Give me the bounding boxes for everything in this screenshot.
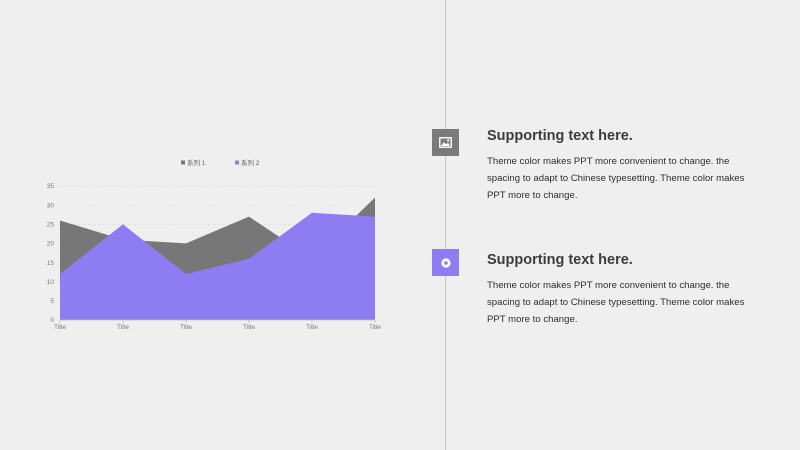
x-tick-label: Title xyxy=(54,324,66,331)
image-icon xyxy=(439,137,452,148)
y-tick-label: 10 xyxy=(47,279,55,286)
legend-swatch xyxy=(235,160,239,165)
legend-label: 系列 1 xyxy=(187,158,206,167)
timeline-marker-2 xyxy=(432,249,459,276)
x-tick-label: Title xyxy=(117,324,129,331)
text-block-2: Supporting text here. Theme color makes … xyxy=(487,252,757,328)
timeline-line xyxy=(445,0,446,450)
text-block-1: Supporting text here. Theme color makes … xyxy=(487,128,757,204)
target-icon xyxy=(440,257,451,268)
block-body: Theme color makes PPT more convenient to… xyxy=(487,156,745,201)
chart-legend: 系列 1 系列 2 xyxy=(181,158,260,167)
y-tick-label: 25 xyxy=(47,221,55,228)
block-title: Supporting text here. xyxy=(487,252,633,268)
x-tick-label: Title xyxy=(243,324,255,331)
y-tick-label: 30 xyxy=(47,202,55,209)
block-title: Supporting text here. xyxy=(487,128,633,144)
y-tick-label: 35 xyxy=(47,183,55,190)
legend-label: 系列 2 xyxy=(241,158,260,167)
x-tick-label: Title xyxy=(369,324,381,331)
chart-areas xyxy=(60,197,375,320)
timeline-marker-1 xyxy=(432,129,459,156)
y-tick-label: 5 xyxy=(50,298,54,305)
area-series-2 xyxy=(60,212,375,320)
area-chart: 05101520253035Title Title Title Title Title T… xyxy=(47,158,382,331)
x-tick-label: Title xyxy=(306,324,318,331)
x-tick-label: Title xyxy=(180,324,192,331)
block-body: Theme color makes PPT more convenient to… xyxy=(487,280,745,325)
y-tick-label: 15 xyxy=(47,260,55,267)
legend-swatch xyxy=(181,160,185,165)
y-tick-label: 20 xyxy=(47,241,55,248)
